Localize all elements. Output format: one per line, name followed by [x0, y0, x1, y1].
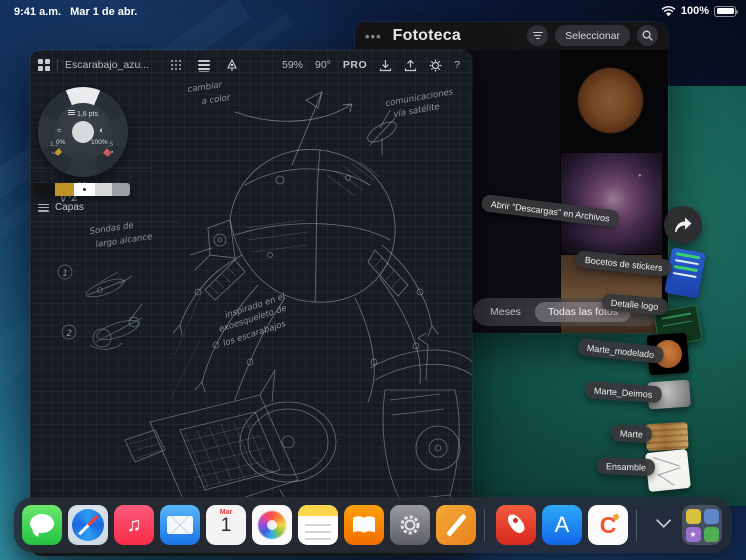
toolbar-separator: [57, 59, 58, 71]
wifi-icon: [661, 5, 676, 16]
app-library-tile: ★: [685, 526, 701, 542]
opacity-icon: ◐: [99, 125, 105, 135]
battery-percent: 100%: [680, 5, 709, 17]
settings-gear-icon[interactable]: [429, 59, 442, 72]
dock-divider: [636, 509, 637, 541]
palette-swatch-black[interactable]: [35, 183, 55, 196]
dock-app-settings[interactable]: [390, 505, 430, 545]
stroke-width-label: 1,6 pts: [68, 109, 98, 118]
dock-app-concepts[interactable]: [436, 505, 476, 545]
snap-grid-icon[interactable]: [170, 59, 182, 71]
status-bar: 9:41 a.m. Mar 1 de abr. 100%: [0, 0, 746, 24]
dock-app-messages[interactable]: [22, 505, 62, 545]
document-title[interactable]: Escarabajo_azu...: [65, 59, 149, 71]
app-library-tile: [703, 508, 719, 524]
dock-app-music[interactable]: ♫: [114, 505, 154, 545]
calendar-day: 1: [220, 515, 232, 536]
select-button[interactable]: Seleccionar: [555, 25, 630, 46]
dock-app-books[interactable]: [344, 505, 384, 545]
svg-text:2: 2: [67, 329, 72, 339]
search-icon: [642, 30, 653, 41]
gear-icon: [400, 515, 420, 535]
tool-wheel[interactable]: 1,6 ~ 1,3 5,5 ~ ↗ 6,0 1,6 pts ≈ ◐ 0% 100…: [38, 87, 128, 188]
layers-stack-icon: [38, 202, 49, 213]
app-library-tile: [685, 508, 701, 524]
concepts-toolbar: Escarabajo_azu... 59% 90° PRO ?: [30, 50, 472, 80]
palette-swatch-lightgray[interactable]: [95, 183, 112, 196]
layers-icon[interactable]: [197, 59, 211, 72]
dock-app-appstore[interactable]: A: [542, 505, 582, 545]
rover-side-sketch: [369, 332, 472, 521]
drag-item-label[interactable]: Ensamble: [596, 457, 656, 477]
concepts-window: cambiar a color V·2 comunicaciones vía s…: [30, 50, 472, 556]
help-button[interactable]: ?: [454, 59, 460, 71]
smoothing-value: 0%: [56, 139, 66, 146]
open-book-icon: [353, 516, 375, 533]
export-icon[interactable]: [404, 59, 417, 72]
smoothing-icon: ≈: [57, 126, 62, 135]
rotation-angle[interactable]: 90°: [315, 59, 331, 71]
window-controls-button[interactable]: •••: [365, 29, 382, 44]
dock-app-notes[interactable]: [298, 505, 338, 545]
dock-app-photos[interactable]: [252, 505, 292, 545]
dock-app-rocket[interactable]: [496, 505, 536, 545]
opacity-value: 100%: [91, 139, 108, 146]
dock-app-safari[interactable]: [68, 505, 108, 545]
svg-text:a color: a color: [201, 93, 231, 107]
drag-item-label[interactable]: Marte: [610, 424, 653, 444]
dock: ♫ Mar 1 A C ★: [14, 497, 732, 553]
photos-title: Fototeca: [392, 27, 461, 44]
svg-text:cambiar: cambiar: [187, 80, 223, 95]
pen-nib-icon[interactable]: [226, 58, 238, 72]
forward-arrow-icon: [675, 217, 692, 232]
dock-app-calendar[interactable]: Mar 1: [206, 505, 246, 545]
thumbnail-mars-map[interactable]: [645, 421, 689, 452]
photos-header: ••• Fototeca Seleccionar: [355, 22, 668, 50]
clock: 9:41 a.m.: [14, 6, 62, 18]
dock-collapse-chevron[interactable]: [648, 512, 674, 533]
dock-app-library[interactable]: ★: [682, 505, 722, 545]
filter-button[interactable]: [527, 25, 549, 46]
date: Mar 1 de abr.: [70, 6, 138, 18]
battery-icon: [714, 5, 738, 17]
palette-swatch-white-selected[interactable]: [74, 183, 95, 196]
ipad-screen: 9:41 a.m. Mar 1 de abr. 100% ••• Fototec…: [0, 0, 746, 560]
app-library-tile: [703, 526, 719, 542]
layers-label: Capas: [55, 202, 84, 214]
share-arrow-button[interactable]: [664, 206, 702, 244]
tab-months[interactable]: Meses: [478, 306, 533, 318]
import-icon[interactable]: [379, 59, 392, 72]
svg-text:1: 1: [63, 269, 68, 279]
search-button[interactable]: [637, 25, 658, 46]
gallery-icon[interactable]: [38, 59, 50, 71]
dock-app-mail[interactable]: [160, 505, 200, 545]
palette-swatch-gold[interactable]: [55, 183, 74, 196]
dock-app-c-logo[interactable]: C: [588, 505, 628, 545]
zoom-level[interactable]: 59%: [282, 59, 303, 71]
dock-divider: [484, 509, 485, 541]
palette-swatch-gray[interactable]: [112, 183, 130, 196]
color-palette: [35, 183, 130, 196]
layers-panel-button[interactable]: Capas: [38, 202, 84, 213]
pro-badge[interactable]: PRO: [343, 59, 367, 71]
